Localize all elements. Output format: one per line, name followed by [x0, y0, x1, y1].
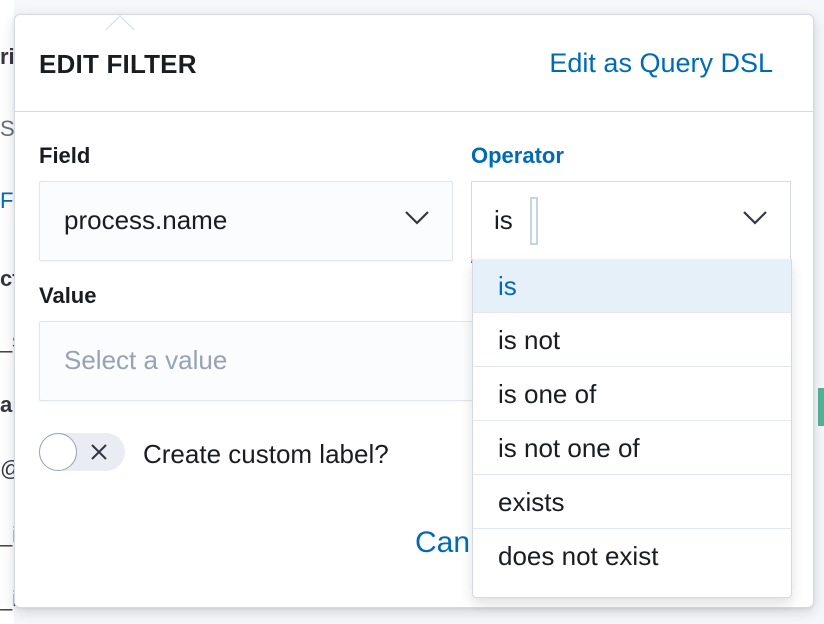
close-icon — [91, 444, 107, 460]
popover-title: EDIT FILTER — [39, 49, 197, 79]
background-text: S — [0, 116, 15, 141]
chevron-down-icon[interactable] — [404, 210, 430, 226]
chevron-down-icon[interactable] — [742, 210, 768, 226]
custom-label-toggle-label[interactable]: Create custom label? — [143, 439, 389, 470]
background-text: ri — [0, 44, 15, 69]
switch-knob — [39, 433, 77, 471]
value-placeholder: Select a value — [64, 345, 228, 375]
popover-header: EDIT FILTER Edit as Query DSL — [15, 15, 813, 112]
operator-option-does-not-exist[interactable]: does not exist — [473, 529, 791, 583]
operator-option-is-one-of[interactable]: is one of — [473, 367, 791, 421]
field-combobox[interactable]: process.name — [39, 181, 453, 261]
value-combobox[interactable]: Select a value — [39, 321, 481, 401]
text-cursor — [530, 197, 538, 245]
operator-option-is[interactable]: is — [473, 259, 791, 313]
background-text: a — [0, 392, 13, 417]
custom-label-switch[interactable] — [39, 433, 125, 471]
operator-options-list: is is not is one of is not one of exists… — [472, 259, 792, 598]
background-chart-bar — [818, 388, 824, 426]
field-value: process.name — [64, 205, 228, 235]
edit-filter-popover: EDIT FILTER Edit as Query DSL Field proc… — [14, 14, 814, 608]
cancel-button[interactable]: Can — [415, 526, 470, 560]
operator-value: is — [494, 205, 513, 235]
edit-as-query-dsl-link[interactable]: Edit as Query DSL — [549, 48, 773, 79]
operator-combobox[interactable]: is — [471, 181, 791, 263]
operator-label: Operator — [471, 143, 564, 168]
field-label: Field — [39, 143, 91, 168]
value-label: Value — [39, 283, 97, 308]
background-text: F — [0, 188, 14, 213]
operator-option-is-not-one-of[interactable]: is not one of — [473, 421, 791, 475]
operator-option-exists[interactable]: exists — [473, 475, 791, 529]
operator-option-is-not[interactable]: is not — [473, 313, 791, 367]
